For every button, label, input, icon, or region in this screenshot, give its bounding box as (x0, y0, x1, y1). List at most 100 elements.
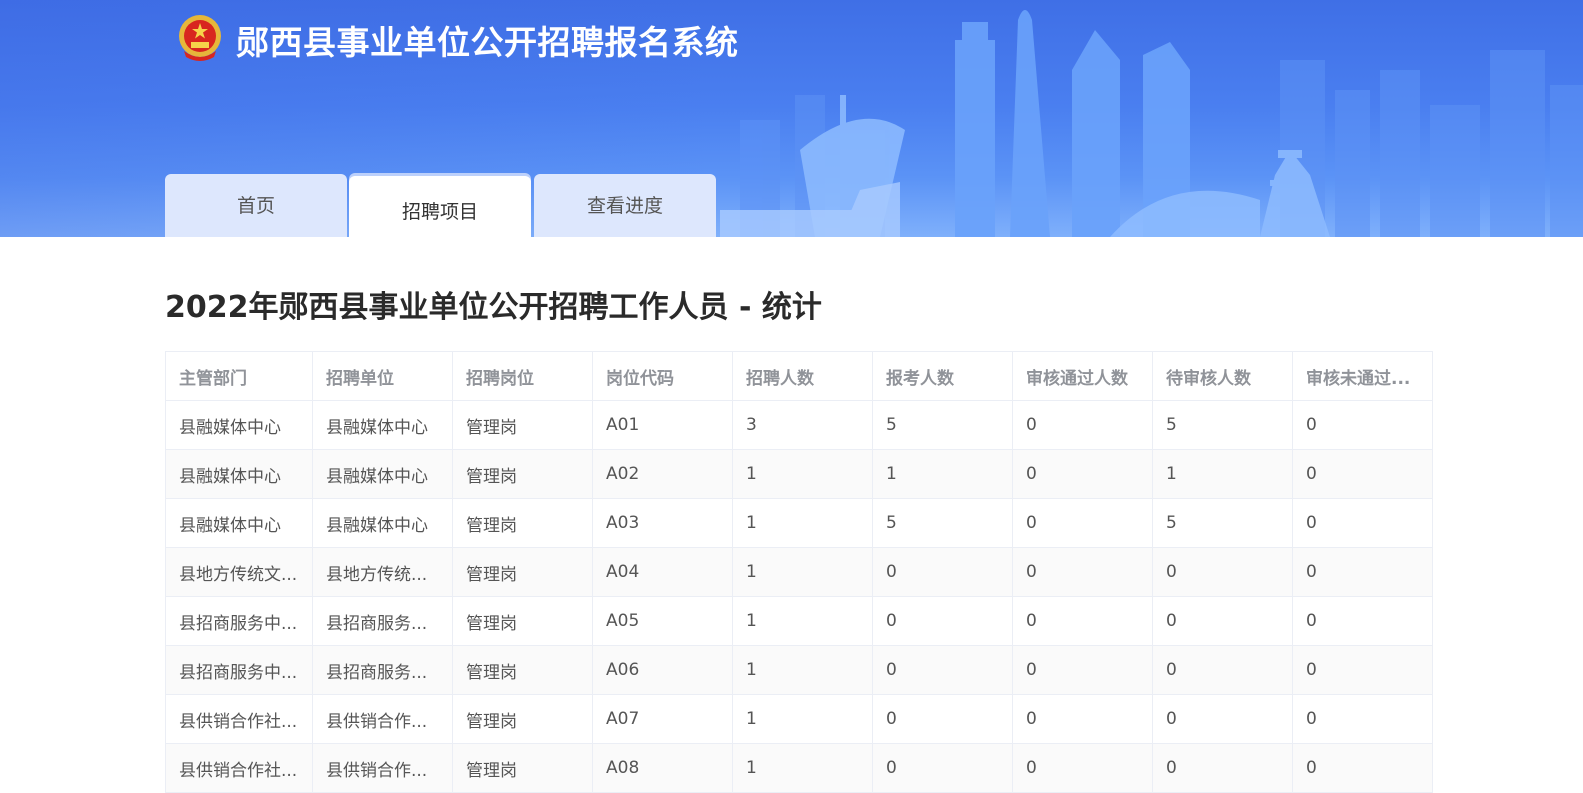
column-header[interactable]: 审核通过人数 (1012, 351, 1153, 401)
table-cell: 0 (1292, 596, 1433, 646)
table-cell: A04 (592, 547, 733, 597)
table-cell: 管理岗 (452, 449, 593, 499)
table-cell: A07 (592, 694, 733, 744)
table-cell: 县招商服务... (312, 645, 453, 695)
table-cell: 0 (872, 596, 1013, 646)
table-row: 县招商服务中... 县招商服务... 管理岗 A05 1 0 0 0 0 (165, 596, 1433, 646)
table-cell: 5 (1152, 400, 1293, 450)
table-cell: 县融媒体中心 (165, 498, 313, 548)
table-cell: A03 (592, 498, 733, 548)
table-cell: 0 (1152, 743, 1293, 793)
tab-label: 招聘项目 (401, 201, 478, 223)
table-cell: 0 (1012, 400, 1153, 450)
column-header[interactable]: 待审核人数 (1152, 351, 1293, 401)
table-row: 县供销合作社... 县供销合作... 管理岗 A07 1 0 0 0 0 (165, 694, 1433, 744)
table-cell: 县招商服务中... (165, 596, 313, 646)
table-cell: A05 (592, 596, 733, 646)
table-cell: 县融媒体中心 (165, 449, 313, 499)
table-cell: 县融媒体中心 (165, 400, 313, 450)
table-cell: 管理岗 (452, 498, 593, 548)
table-cell: 1 (1152, 449, 1293, 499)
column-header[interactable]: 岗位代码 (592, 351, 733, 401)
table-cell: 县招商服务... (312, 596, 453, 646)
table-cell: 5 (872, 498, 1013, 548)
table-cell: 0 (1292, 449, 1433, 499)
column-header[interactable]: 招聘人数 (732, 351, 873, 401)
table-cell: 管理岗 (452, 547, 593, 597)
table-cell: 县供销合作... (312, 743, 453, 793)
table-cell: A06 (592, 645, 733, 695)
table-cell: 县融媒体中心 (312, 449, 453, 499)
table-cell: 1 (732, 449, 873, 499)
table-row: 县融媒体中心 县融媒体中心 管理岗 A01 3 5 0 5 0 (165, 400, 1433, 450)
table-cell: 0 (1012, 645, 1153, 695)
table-cell: 5 (872, 400, 1013, 450)
table-cell: 1 (732, 596, 873, 646)
table-cell: 县供销合作社... (165, 743, 313, 793)
table-cell: 0 (1292, 743, 1433, 793)
table-cell: 0 (872, 694, 1013, 744)
table-cell: A01 (592, 400, 733, 450)
tab-label: 查看进度 (586, 195, 663, 217)
tab-recruitment-projects[interactable]: 招聘项目 (349, 176, 531, 237)
table-cell: 管理岗 (452, 743, 593, 793)
column-header[interactable]: 招聘单位 (312, 351, 453, 401)
table-header-row: 主管部门 招聘单位 招聘岗位 岗位代码 招聘人数 报考人数 审核通过人数 待审核… (165, 351, 1433, 401)
table-cell: 0 (872, 743, 1013, 793)
table-cell: 1 (732, 645, 873, 695)
table-cell: 县地方传统... (312, 547, 453, 597)
table-cell: 0 (1152, 547, 1293, 597)
column-header[interactable]: 审核未通过... (1292, 351, 1433, 401)
table-row: 县招商服务中... 县招商服务... 管理岗 A06 1 0 0 0 0 (165, 645, 1433, 695)
table-cell: 县供销合作社... (165, 694, 313, 744)
table-cell: 县招商服务中... (165, 645, 313, 695)
tab-check-progress[interactable]: 查看进度 (534, 174, 716, 237)
table-cell: 0 (1292, 645, 1433, 695)
table-cell: 0 (1152, 596, 1293, 646)
table-cell: 0 (872, 645, 1013, 695)
table-cell: 管理岗 (452, 400, 593, 450)
table-cell: 县融媒体中心 (312, 498, 453, 548)
table-cell: 0 (1012, 694, 1153, 744)
table-cell: 0 (1012, 498, 1153, 548)
table-cell: 1 (732, 547, 873, 597)
table-cell: 1 (732, 743, 873, 793)
column-header[interactable]: 报考人数 (872, 351, 1013, 401)
table-cell: 1 (872, 449, 1013, 499)
table-cell: 0 (1012, 596, 1153, 646)
table-cell: 0 (1152, 645, 1293, 695)
table-cell: 0 (1292, 547, 1433, 597)
table-cell: 0 (872, 547, 1013, 597)
table-cell: 县融媒体中心 (312, 400, 453, 450)
tab-home[interactable]: 首页 (165, 174, 347, 237)
table-row: 县融媒体中心 县融媒体中心 管理岗 A02 1 1 0 1 0 (165, 449, 1433, 499)
table-cell: 0 (1292, 498, 1433, 548)
table-cell: 县地方传统文... (165, 547, 313, 597)
table-cell: 0 (1292, 694, 1433, 744)
table-row: 县供销合作社... 县供销合作... 管理岗 A08 1 0 0 0 0 (165, 743, 1433, 793)
table-cell: 3 (732, 400, 873, 450)
table-cell: 管理岗 (452, 596, 593, 646)
column-header[interactable]: 招聘岗位 (452, 351, 593, 401)
table-row: 县融媒体中心 县融媒体中心 管理岗 A03 1 5 0 5 0 (165, 498, 1433, 548)
table-cell: A08 (592, 743, 733, 793)
page-title: 2022年郧西县事业单位公开招聘工作人员 - 统计 (165, 290, 822, 325)
table-cell: A02 (592, 449, 733, 499)
table-cell: 0 (1012, 449, 1153, 499)
city-skyline-illustration (720, 10, 1583, 237)
table-cell: 5 (1152, 498, 1293, 548)
table-cell: 管理岗 (452, 645, 593, 695)
column-header[interactable]: 主管部门 (165, 351, 313, 401)
table-cell: 0 (1152, 694, 1293, 744)
tab-label: 首页 (236, 195, 275, 217)
table-cell: 县供销合作... (312, 694, 453, 744)
table-cell: 0 (1012, 743, 1153, 793)
table-cell: 管理岗 (452, 694, 593, 744)
table-cell: 1 (732, 694, 873, 744)
table-cell: 0 (1012, 547, 1153, 597)
table-row: 县地方传统文... 县地方传统... 管理岗 A04 1 0 0 0 0 (165, 547, 1433, 597)
table-cell: 1 (732, 498, 873, 548)
statistics-table: 主管部门 招聘单位 招聘岗位 岗位代码 招聘人数 报考人数 审核通过人数 待审核… (165, 351, 1433, 793)
table-cell: 0 (1292, 400, 1433, 450)
site-title: 郧西县事业单位公开招聘报名系统 (236, 23, 739, 62)
